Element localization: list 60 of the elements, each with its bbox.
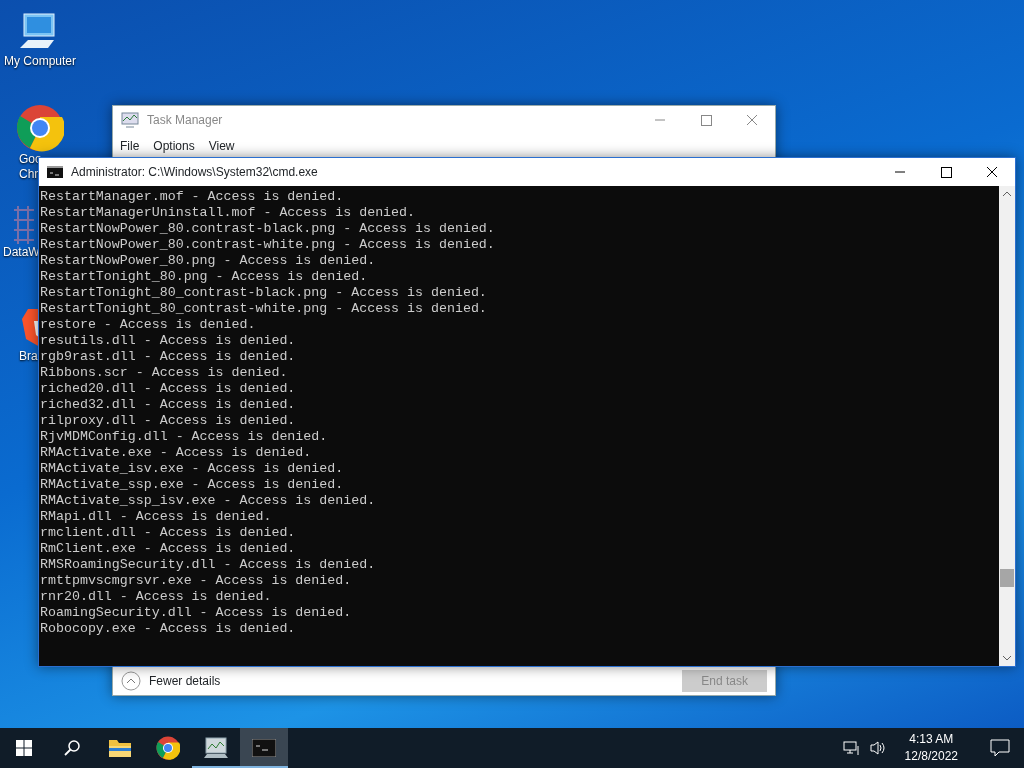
console-line: rmttpmvscmgrsvr.exe - Access is denied.	[40, 573, 353, 589]
scroll-thumb[interactable]	[1000, 569, 1014, 587]
icon-label[interactable]: DataW	[3, 245, 40, 260]
console-line: RMapi.dll - Access is denied.	[40, 509, 273, 525]
console-line: RMActivate_ssp.exe - Access is denied.	[40, 477, 345, 493]
window-title: Administrator: C:\Windows\System32\cmd.exe	[71, 164, 318, 181]
folder-icon	[108, 738, 132, 758]
console-icon	[252, 739, 276, 757]
chrome-icon	[156, 736, 180, 760]
console-line: rilproxy.dll - Access is denied.	[40, 413, 297, 429]
console-line: RjvMDMConfig.dll - Access is denied.	[40, 429, 329, 445]
maximize-icon	[940, 166, 952, 178]
console-line: RestartTonight_80_contrast-white.png - Access is denied.	[40, 301, 488, 317]
console-line: RMActivate.exe - Access is denied.	[40, 445, 313, 461]
close-icon	[746, 114, 758, 126]
menu-item[interactable]: File	[120, 137, 140, 155]
icon-label[interactable]: Bra	[19, 349, 38, 364]
console-line: restore - Access is denied.	[40, 317, 257, 333]
speaker-icon[interactable]	[868, 740, 887, 756]
console-line: RestartManagerUninstall.mof - Access is denied.	[40, 205, 417, 221]
console-line: Robocopy.exe - Access is denied.	[40, 621, 297, 637]
close-icon	[986, 166, 998, 178]
chart-monitor-icon	[203, 737, 229, 759]
windows-logo-icon	[16, 740, 32, 756]
console-line: RestartTonight_80_contrast-black.png - Access is denied.	[40, 285, 488, 301]
menu-item[interactable]: View	[208, 137, 235, 155]
console-line: RMActivate_isv.exe - Access is denied.	[40, 461, 345, 477]
console-line: riched20.dll - Access is denied.	[40, 381, 297, 397]
network-icon[interactable]	[842, 740, 861, 756]
window-title: Task Manager	[147, 112, 223, 129]
console-line: resutils.dll - Access is denied.	[40, 333, 297, 349]
console-line: RestartNowPower_80.contrast-white.png - Access is denied.	[40, 237, 496, 253]
console-line: RestartTonight_80.png - Access is denied.	[40, 269, 369, 285]
fewer-details-link[interactable]: Fewer details	[149, 671, 221, 690]
console-line: riched32.dll - Access is denied.	[40, 397, 297, 413]
maximize-icon	[700, 114, 712, 126]
console-line: rmclient.dll - Access is denied.	[40, 525, 297, 541]
console-icon	[47, 166, 63, 178]
console-line: RMSRoamingSecurity.dll - Access is denied.	[40, 557, 377, 573]
chrome-icon	[16, 104, 64, 152]
console-line: RmClient.exe - Access is denied.	[40, 541, 297, 557]
console-line: RestartNowPower_80.png - Access is denied.	[40, 253, 377, 269]
icon-label[interactable]: My Computer	[4, 54, 76, 69]
console-line: RestartNowPower_80.contrast-black.png - Access is denied.	[40, 221, 496, 237]
search-icon	[63, 739, 81, 757]
taskbar-button[interactable]	[240, 728, 288, 768]
chevron-up-icon[interactable]	[121, 670, 141, 691]
speech-bubble-icon	[990, 739, 1010, 757]
chart-monitor-icon	[121, 112, 139, 128]
grid-icon	[13, 205, 35, 245]
console-line: Ribbons.scr - Access is denied.	[40, 365, 289, 381]
console-line: RoamingSecurity.dll - Access is denied.	[40, 605, 353, 621]
clock-date[interactable]: 12/8/2022	[904, 748, 958, 765]
console-line: rnr20.dll - Access is denied.	[40, 589, 273, 605]
clock-time[interactable]: 4:13 AM	[904, 731, 958, 748]
console-line: RestartManager.mof - Access is denied.	[40, 189, 345, 205]
scrollbar[interactable]	[999, 186, 1015, 666]
console-line: rgb9rast.dll - Access is denied.	[40, 349, 297, 365]
menu-item[interactable]: Options	[153, 137, 195, 155]
console-line: RMActivate_ssp_isv.exe - Access is denied.	[40, 493, 377, 509]
